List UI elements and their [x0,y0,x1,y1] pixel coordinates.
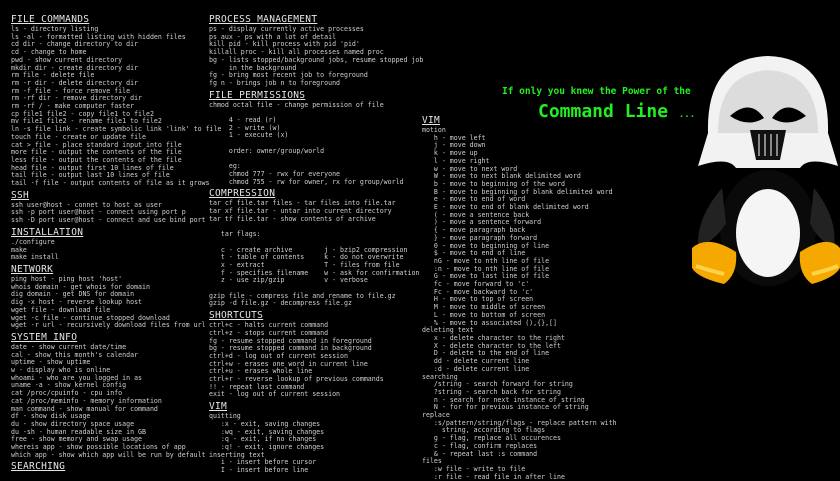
section-heading: FILE PERMISSIONS [209,89,306,101]
section: NETWORK ping host - ping host 'host' whois… [11,264,206,330]
command-line: chmod 755 - rw for owner, rx for group/w… [209,177,404,186]
section: COMPRESSION tar cf file.tar files - tar f… [209,188,419,308]
command-line: order: owner/group/world [209,146,325,155]
section: FILE COMMANDS ls - directory listing ls -a… [11,14,221,188]
command-line: fg n - brings job n to foreground [209,78,341,87]
quote-line-1: If only you knew the Power of the [502,86,691,97]
command-line: :w file - write to file [422,464,526,473]
darth-vader-tux-icon [692,56,840,286]
section: SYSTEM INFO date - show current date/time… [11,332,206,460]
section-heading: SEARCHING [11,461,66,473]
command-line: wget -r url - recursively download files… [11,321,206,330]
column-middle: PROCESS MANAGEMENT ps - display currently… [209,12,423,475]
command-line: gzip -d file.gz - decompress file.gz [209,299,352,308]
command-line: N - for for previous instance of string [422,403,589,412]
command-line: 1 - execute (x) [209,131,289,140]
command-line: z - use zip/gzip v - verbose [209,276,368,285]
column-left: FILE COMMANDS ls - directory listing ls -a… [11,12,221,473]
command-line: exit - log out of current session [209,390,341,399]
section: FILE PERMISSIONS chmod octal file - chang… [209,90,419,187]
section: PROCESS MANAGEMENT ps - display currently… [209,14,423,88]
command-line: I - insert before line [209,466,309,475]
section: SSH ssh user@host - connet to host as use… [11,190,206,225]
command-line: make install [11,253,59,262]
command-line: tar tf file.tar - show contents of archi… [209,214,376,223]
quote-line-2: Command Line ... [538,101,695,122]
section: VIM quitting :x - exit, saving changes :w… [209,401,419,475]
command-line: tail -f file - output contents of file a… [11,179,210,188]
section: VIM motion h - move left j - move down k … [422,115,617,481]
section: SEARCHING [11,461,206,473]
section: INSTALLATION ./configure make make install [11,227,206,262]
column-right: VIM motion h - move left j - move down k … [422,113,617,481]
command-line: tar flags: [209,230,261,239]
command-line: chmod octal file - change permission of … [209,100,384,109]
section: SHORTCUTS ctrl+c - halts current command c… [209,310,419,399]
command-line: which app - show which app will be run b… [11,450,206,459]
command-line: ./configure [11,237,55,246]
quote-command-line: Command Line [538,101,669,122]
command-line: :r file - read file in after line [422,472,565,481]
command-line: & - repeat last :s command [422,449,538,458]
section-heading: SSH [11,189,30,201]
command-line: ssh -D port user@host - connect and use … [11,216,206,225]
